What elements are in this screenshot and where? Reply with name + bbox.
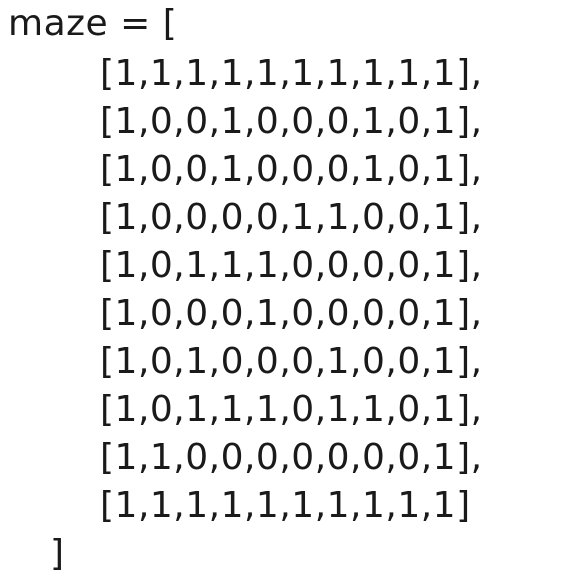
maze-row-10: [1,1,1,1,1,1,1,1,1,1] (100, 485, 471, 526)
maze-row-6: [1,0,0,0,1,0,0,0,0,1], (100, 293, 483, 334)
maze-row-7: [1,0,1,0,0,0,1,0,0,1], (100, 341, 483, 382)
maze-row-2: [1,0,0,1,0,0,0,1,0,1], (100, 101, 483, 142)
maze-row-1: [1,1,1,1,1,1,1,1,1,1], (100, 53, 483, 94)
maze-row-4: [1,0,0,0,0,1,1,0,0,1], (100, 197, 483, 238)
code-line-closing: ] (50, 533, 65, 574)
maze-row-9: [1,1,0,0,0,0,0,0,0,1], (100, 437, 483, 478)
code-line-opening: maze = [ (8, 3, 178, 44)
maze-row-5: [1,0,1,1,1,0,0,0,0,1], (100, 245, 483, 286)
maze-row-3: [1,0,0,1,0,0,0,1,0,1], (100, 149, 483, 190)
code-block: maze = [ [1,1,1,1,1,1,1,1,1,1], [1,0,0,1… (0, 0, 571, 582)
maze-row-8: [1,0,1,1,1,0,1,1,0,1], (100, 389, 483, 430)
